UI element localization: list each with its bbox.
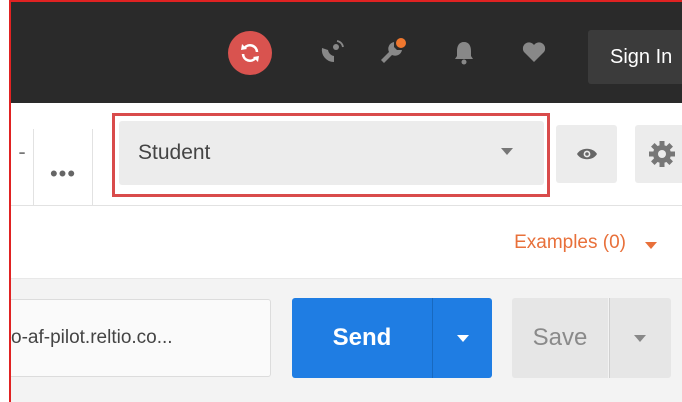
satellite-icon[interactable] — [318, 38, 346, 66]
environment-highlight-box — [112, 113, 550, 197]
examples-link[interactable]: Examples (0) — [514, 232, 626, 254]
chevron-down-icon — [457, 335, 469, 342]
sync-button[interactable] — [228, 31, 272, 75]
examples-chevron-icon[interactable] — [645, 242, 657, 249]
notification-dot — [396, 38, 406, 48]
manage-environments-button[interactable] — [635, 125, 682, 183]
environment-quick-look-button[interactable] — [556, 125, 617, 183]
heart-icon[interactable] — [520, 38, 548, 66]
tab-strip: - ••• Student — [11, 103, 682, 206]
request-bar: o-af-pilot.reltio.co... Send Save — [11, 279, 682, 402]
sign-in-button[interactable]: Sign In — [588, 30, 682, 84]
send-button[interactable]: Send — [292, 298, 432, 378]
wrench-icon[interactable] — [378, 38, 406, 66]
eye-icon — [576, 148, 597, 160]
save-button[interactable]: Save — [512, 298, 608, 378]
tab-partial[interactable]: - — [11, 129, 34, 179]
app-header: Sign In — [11, 2, 682, 103]
bell-icon[interactable] — [450, 38, 478, 66]
chevron-down-icon — [634, 335, 646, 342]
request-url-input[interactable]: o-af-pilot.reltio.co... — [11, 299, 271, 377]
send-dropdown-button[interactable] — [432, 298, 492, 378]
tabs-more-button[interactable]: ••• — [33, 129, 93, 205]
sync-icon — [241, 44, 259, 62]
examples-row: Examples (0) — [11, 206, 682, 279]
gear-icon — [649, 141, 675, 167]
save-dropdown-button[interactable] — [609, 298, 671, 378]
